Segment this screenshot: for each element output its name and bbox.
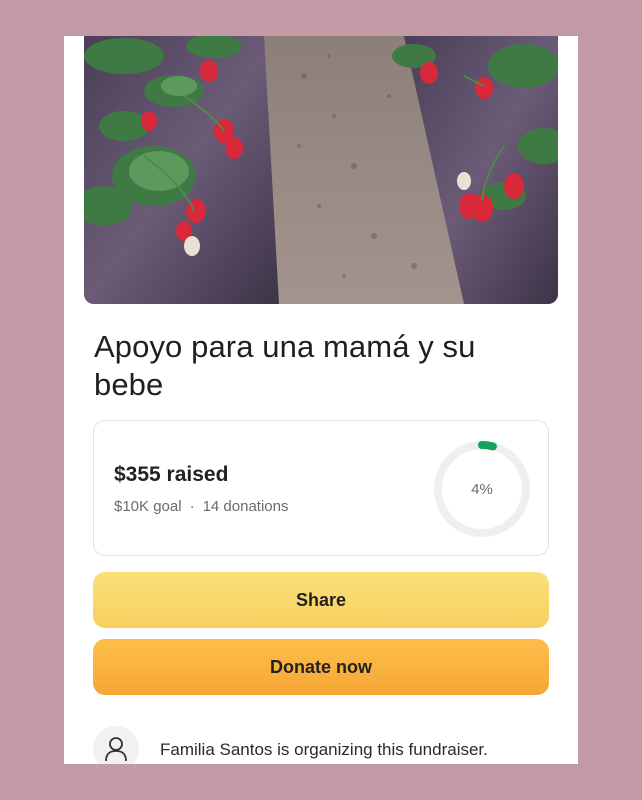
campaign-title: Apoyo para una mamá y su bebe [94, 329, 476, 402]
amount-raised: $355 raised [114, 463, 229, 486]
fundraiser-card: Apoyo para una mamá y su bebe $355 raise… [64, 36, 578, 764]
donation-count: 14 donations [202, 498, 289, 515]
organizer-avatar [93, 726, 139, 764]
strawberry-field-illustration [84, 36, 558, 304]
progress-ring: 4% [432, 439, 532, 539]
share-button[interactable]: Share [93, 572, 549, 628]
organizer-text: Familia Santos is organizing this fundra… [160, 740, 488, 759]
goal-amount: $10K goal [114, 498, 182, 515]
donate-now-button[interactable]: Donate now [93, 639, 549, 695]
meta-separator: · [189, 498, 195, 515]
progress-card: $355 raised $10K goal · 14 donations 4% [93, 420, 549, 556]
hero-image [84, 36, 558, 304]
user-icon [105, 737, 127, 762]
progress-percent: 4% [471, 480, 493, 498]
organizer-row: Familia Santos is organizing this fundra… [93, 726, 563, 764]
goal-and-donations: $10K goal · 14 donations [114, 498, 288, 515]
